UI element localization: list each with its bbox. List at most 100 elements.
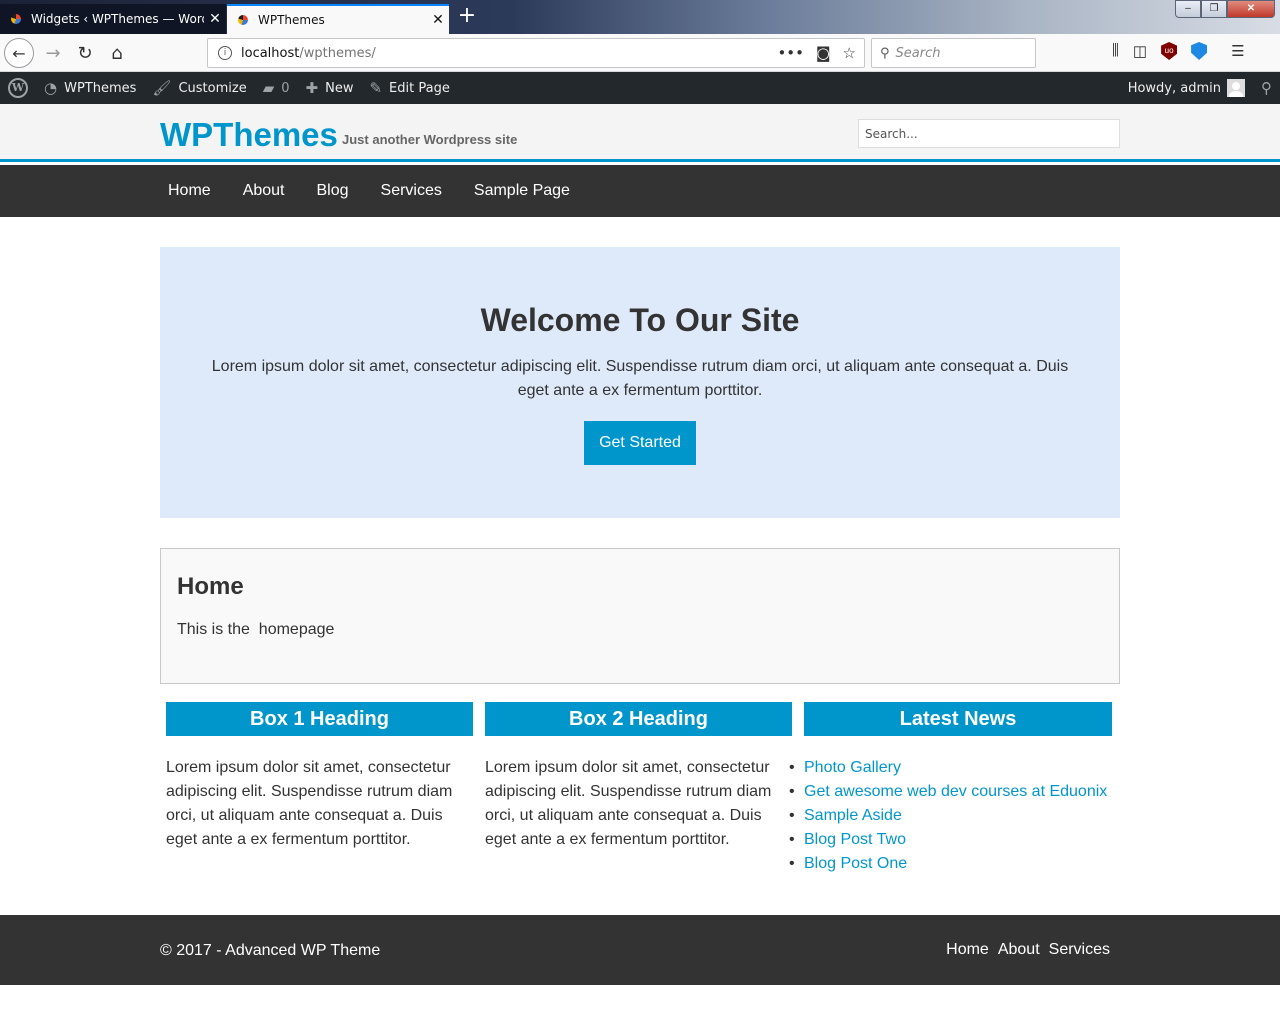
url-host: localhost [241,45,300,61]
list-item: • Get awesome web dev courses at Eduonix [789,780,1112,804]
menu-icon[interactable]: ☰ [1231,42,1244,60]
new-tab-button[interactable]: + [455,4,479,30]
site-footer: © 2017 - Advanced WP Theme Home About Se… [0,915,1280,985]
url-path: /wpthemes/ [299,45,376,61]
bookmark-star-icon[interactable]: ☆ [843,44,856,62]
browser-search-input[interactable]: ⚲ Search [871,38,1036,68]
bullet-icon: • [789,807,795,824]
page-title: Home [177,573,244,600]
showcase-text: Lorem ipsum dolor sit amet, consectetur … [211,358,1069,399]
footer-link-services[interactable]: Services [1049,941,1110,959]
shield-extension-icon[interactable] [1191,42,1208,60]
avatar [1227,79,1245,97]
wordpress-favicon-icon [235,12,251,28]
forward-arrow-icon[interactable]: → [38,38,68,68]
browser-toolbar: ← → ↻ ⌂ i localhost/wpthemes/ ••• ◙ ☆ ⚲ … [0,34,1280,72]
search-placeholder: Search [895,45,941,61]
site-header: WPThemes Just another Wordpress site Sea… [0,104,1280,162]
footer-link-about[interactable]: About [998,941,1040,959]
box-heading: Box 1 Heading [166,702,473,736]
sidebar-icon[interactable]: ◫ [1133,42,1147,60]
search-icon: ⚲ [880,45,890,61]
tab-title: Widgets ‹ WPThemes — WordP [31,12,204,26]
howdy-label: Howdy, admin [1127,80,1221,96]
tab-close-icon[interactable]: ✕ [427,12,449,28]
minimize-window-icon[interactable]: – [1175,0,1201,18]
page-content: Home This is the homepage [160,548,1120,684]
search-icon: ⚲ [1261,79,1272,97]
site-title[interactable]: WPThemes [160,116,338,154]
list-item: • Blog Post One [789,852,1112,876]
wordpress-logo-icon: W [8,78,28,98]
site-name-label: WPThemes [64,80,137,96]
plus-icon: ✚ [305,79,319,97]
edit-page-label: Edit Page [389,80,450,96]
news-link[interactable]: Sample Aside [804,807,902,824]
box-text: Lorem ipsum dolor sit amet, consectetur … [166,759,453,848]
tab-wpthemes[interactable]: WPThemes ✕ [227,4,449,34]
admin-bar-new[interactable]: ✚ New [298,72,362,104]
site-search-input[interactable]: Search... [858,119,1120,148]
nav-item-home[interactable]: Home [152,165,227,217]
list-item: • Blog Post Two [789,828,1112,852]
reload-icon[interactable]: ↻ [70,38,100,68]
copyright: © 2017 - Advanced WP Theme [160,942,381,959]
box-1: Box 1 Heading Lorem ipsum dolor sit amet… [166,702,473,852]
bullet-icon: • [789,783,795,800]
bullet-icon: • [789,831,795,848]
browser-tab-strip: Widgets ‹ WPThemes — WordP ✕ WPThemes ✕ … [0,0,1280,34]
customize-label: Customize [178,80,247,96]
admin-bar-site-name[interactable]: ◔ WPThemes [36,72,144,104]
bullet-icon: • [789,855,795,872]
comment-icon: ▰ [262,79,275,97]
list-item: • Photo Gallery [789,756,1112,780]
admin-bar-comments[interactable]: ▰ 0 [255,72,298,104]
admin-bar-account[interactable]: Howdy, admin [1120,72,1253,104]
box-heading: Box 2 Heading [485,702,792,736]
admin-bar-search[interactable]: ⚲ [1253,72,1280,104]
news-link[interactable]: Blog Post Two [804,831,906,848]
admin-bar-customize[interactable]: 🖌 Customize [144,72,254,104]
tab-close-icon[interactable]: ✕ [204,11,226,27]
box-2: Box 2 Heading Lorem ipsum dolor sit amet… [485,702,792,852]
latest-news-widget: Latest News • Photo Gallery • Get awesome … [789,702,1112,876]
box-heading: Latest News [804,702,1112,736]
footer-link-home[interactable]: Home [946,941,989,959]
comments-count: 0 [281,80,290,96]
new-label: New [325,80,354,96]
back-arrow-icon[interactable]: ← [4,38,34,68]
home-icon[interactable]: ⌂ [102,38,132,68]
tab-widgets[interactable]: Widgets ‹ WPThemes — WordP ✕ [0,4,226,34]
page-actions-icon[interactable]: ••• [777,44,804,62]
ublock-icon[interactable]: uo [1161,42,1178,60]
pencil-icon: ✎ [369,79,383,97]
list-item: • Sample Aside [789,804,1112,828]
pocket-icon[interactable]: ◙ [816,44,831,62]
close-window-icon[interactable]: ✕ [1227,0,1275,18]
paintbrush-icon: 🖌 [152,79,172,97]
maximize-window-icon[interactable]: ❐ [1201,0,1227,18]
wordpress-logo-button[interactable]: W [0,72,36,104]
admin-bar-edit-page[interactable]: ✎ Edit Page [361,72,457,104]
site-tagline: Just another Wordpress site [342,132,518,147]
news-link[interactable]: Get awesome web dev courses at Eduonix [804,783,1107,800]
nav-item-sample-page[interactable]: Sample Page [458,165,586,217]
wordpress-favicon-icon [8,11,24,27]
bullet-icon: • [789,759,795,776]
nav-item-services[interactable]: Services [365,165,458,217]
library-icon[interactable]: ⫼ [1112,42,1119,60]
news-link[interactable]: Photo Gallery [804,759,901,776]
tab-title: WPThemes [258,13,325,27]
nav-item-about[interactable]: About [227,165,301,217]
nav-item-blog[interactable]: Blog [301,165,365,217]
news-link[interactable]: Blog Post One [804,855,907,872]
page-body: This is the homepage [177,621,335,638]
footer-navigation: Home About Services [946,941,1110,959]
site-info-icon[interactable]: i [218,46,232,60]
box-text: Lorem ipsum dolor sit amet, consectetur … [485,759,772,848]
get-started-button[interactable]: Get Started [584,421,696,465]
showcase-heading: Welcome To Our Site [480,302,800,338]
url-bar[interactable]: i localhost/wpthemes/ ••• ◙ ☆ [207,38,865,68]
main-navigation: Home About Blog Services Sample Page [0,165,1280,217]
wp-admin-bar: W ◔ WPThemes 🖌 Customize ▰ 0 ✚ New ✎ Edi… [0,72,1280,104]
